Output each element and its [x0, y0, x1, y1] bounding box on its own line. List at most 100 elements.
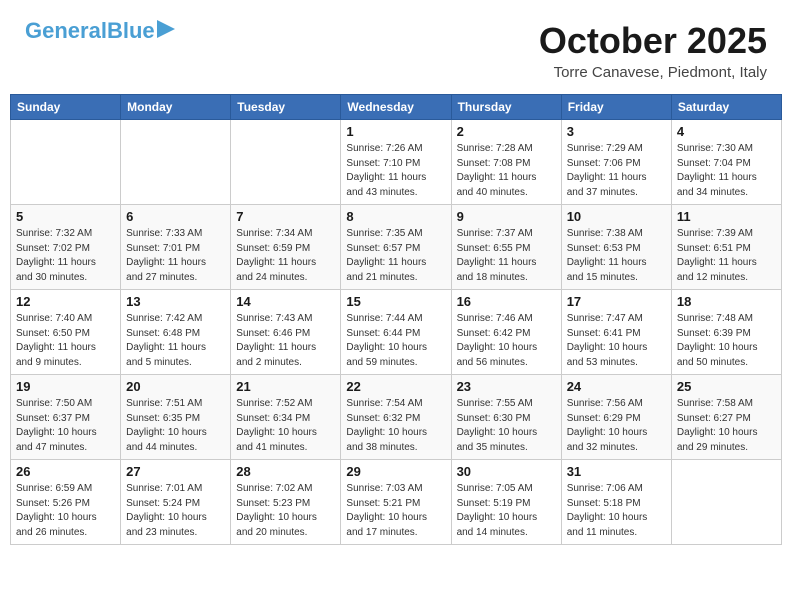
- weekday-header: Thursday: [451, 95, 561, 120]
- day-info: Sunrise: 7:40 AM Sunset: 6:50 PM Dayligh…: [16, 312, 115, 370]
- day-info: Sunrise: 7:43 AM Sunset: 6:46 PM Dayligh…: [236, 312, 335, 370]
- day-info: Sunrise: 7:30 AM Sunset: 7:04 PM Dayligh…: [677, 142, 776, 200]
- day-number: 14: [236, 294, 335, 309]
- location: Torre Canavese, Piedmont, Italy: [539, 64, 767, 81]
- calendar-cell: 19Sunrise: 7:50 AM Sunset: 6:37 PM Dayli…: [11, 375, 121, 460]
- day-number: 20: [126, 379, 225, 394]
- day-info: Sunrise: 7:52 AM Sunset: 6:34 PM Dayligh…: [236, 397, 335, 455]
- day-number: 18: [677, 294, 776, 309]
- day-number: 21: [236, 379, 335, 394]
- logo-icon: [157, 20, 175, 38]
- calendar-cell: 31Sunrise: 7:06 AM Sunset: 5:18 PM Dayli…: [561, 460, 671, 545]
- weekday-header-row: SundayMondayTuesdayWednesdayThursdayFrid…: [11, 95, 782, 120]
- calendar-cell: 30Sunrise: 7:05 AM Sunset: 5:19 PM Dayli…: [451, 460, 561, 545]
- day-number: 15: [346, 294, 445, 309]
- day-info: Sunrise: 7:32 AM Sunset: 7:02 PM Dayligh…: [16, 227, 115, 285]
- day-info: Sunrise: 7:03 AM Sunset: 5:21 PM Dayligh…: [346, 482, 445, 540]
- calendar-cell: 16 Sunrise: 7:46 AM Sunset: 6:42 PM Dayli…: [451, 290, 561, 375]
- calendar-cell: 6 Sunrise: 7:33 AM Sunset: 7:01 PM Daylig…: [121, 205, 231, 290]
- day-number: 5: [16, 209, 115, 224]
- day-number: 12: [16, 294, 115, 309]
- calendar-cell: [11, 120, 121, 205]
- calendar-cell: 5 Sunrise: 7:32 AM Sunset: 7:02 PM Daylig…: [11, 205, 121, 290]
- calendar-cell: [121, 120, 231, 205]
- weekday-header: Saturday: [671, 95, 781, 120]
- day-number: 16: [457, 294, 556, 309]
- calendar-cell: 23 Sunrise: 7:55 AM Sunset: 6:30 PM Dayli…: [451, 375, 561, 460]
- calendar-cell: 17Sunrise: 7:47 AM Sunset: 6:41 PM Dayli…: [561, 290, 671, 375]
- calendar-cell: 26Sunrise: 6:59 AM Sunset: 5:26 PM Dayli…: [11, 460, 121, 545]
- day-info: Sunrise: 7:06 AM Sunset: 5:18 PM Dayligh…: [567, 482, 666, 540]
- day-number: 22: [346, 379, 445, 394]
- day-number: 9: [457, 209, 556, 224]
- calendar-cell: [671, 460, 781, 545]
- calendar-cell: 29Sunrise: 7:03 AM Sunset: 5:21 PM Dayli…: [341, 460, 451, 545]
- calendar-cell: 18Sunrise: 7:48 AM Sunset: 6:39 PM Dayli…: [671, 290, 781, 375]
- day-number: 24: [567, 379, 666, 394]
- calendar-week-row: 12 Sunrise: 7:40 AM Sunset: 6:50 PM Dayli…: [11, 290, 782, 375]
- day-number: 4: [677, 124, 776, 139]
- day-number: 27: [126, 464, 225, 479]
- calendar-cell: 2 Sunrise: 7:28 AM Sunset: 7:08 PM Daylig…: [451, 120, 561, 205]
- day-info: Sunrise: 7:28 AM Sunset: 7:08 PM Dayligh…: [457, 142, 556, 200]
- calendar-cell: 7 Sunrise: 7:34 AM Sunset: 6:59 PM Daylig…: [231, 205, 341, 290]
- day-info: Sunrise: 7:02 AM Sunset: 5:23 PM Dayligh…: [236, 482, 335, 540]
- calendar-cell: 20 Sunrise: 7:51 AM Sunset: 6:35 PM Dayli…: [121, 375, 231, 460]
- logo: GeneralBlue: [25, 20, 175, 42]
- calendar-cell: 1 Sunrise: 7:26 AM Sunset: 7:10 PM Daylig…: [341, 120, 451, 205]
- day-number: 2: [457, 124, 556, 139]
- day-number: 3: [567, 124, 666, 139]
- calendar-cell: 28 Sunrise: 7:02 AM Sunset: 5:23 PM Dayli…: [231, 460, 341, 545]
- day-info: Sunrise: 7:44 AM Sunset: 6:44 PM Dayligh…: [346, 312, 445, 370]
- day-info: Sunrise: 7:37 AM Sunset: 6:55 PM Dayligh…: [457, 227, 556, 285]
- month-title: October 2025: [539, 20, 767, 62]
- day-info: Sunrise: 7:54 AM Sunset: 6:32 PM Dayligh…: [346, 397, 445, 455]
- calendar-cell: 4 Sunrise: 7:30 AM Sunset: 7:04 PM Daylig…: [671, 120, 781, 205]
- calendar-cell: 21 Sunrise: 7:52 AM Sunset: 6:34 PM Dayli…: [231, 375, 341, 460]
- calendar-week-row: 26Sunrise: 6:59 AM Sunset: 5:26 PM Dayli…: [11, 460, 782, 545]
- title-block: October 2025 Torre Canavese, Piedmont, I…: [539, 20, 767, 81]
- day-number: 23: [457, 379, 556, 394]
- day-number: 6: [126, 209, 225, 224]
- day-number: 17: [567, 294, 666, 309]
- day-info: Sunrise: 7:29 AM Sunset: 7:06 PM Dayligh…: [567, 142, 666, 200]
- day-number: 8: [346, 209, 445, 224]
- weekday-header: Monday: [121, 95, 231, 120]
- calendar-cell: 9 Sunrise: 7:37 AM Sunset: 6:55 PM Daylig…: [451, 205, 561, 290]
- day-number: 28: [236, 464, 335, 479]
- calendar-cell: 12 Sunrise: 7:40 AM Sunset: 6:50 PM Dayli…: [11, 290, 121, 375]
- weekday-header: Wednesday: [341, 95, 451, 120]
- weekday-header: Friday: [561, 95, 671, 120]
- calendar-week-row: 19Sunrise: 7:50 AM Sunset: 6:37 PM Dayli…: [11, 375, 782, 460]
- day-info: Sunrise: 7:35 AM Sunset: 6:57 PM Dayligh…: [346, 227, 445, 285]
- page-header: GeneralBlue October 2025 Torre Canavese,…: [10, 10, 782, 86]
- calendar-cell: 24Sunrise: 7:56 AM Sunset: 6:29 PM Dayli…: [561, 375, 671, 460]
- day-number: 1: [346, 124, 445, 139]
- logo-text: GeneralBlue: [25, 20, 155, 42]
- day-number: 19: [16, 379, 115, 394]
- calendar-cell: [231, 120, 341, 205]
- day-info: Sunrise: 7:55 AM Sunset: 6:30 PM Dayligh…: [457, 397, 556, 455]
- day-info: Sunrise: 7:58 AM Sunset: 6:27 PM Dayligh…: [677, 397, 776, 455]
- day-info: Sunrise: 7:46 AM Sunset: 6:42 PM Dayligh…: [457, 312, 556, 370]
- day-info: Sunrise: 7:42 AM Sunset: 6:48 PM Dayligh…: [126, 312, 225, 370]
- calendar-cell: 27 Sunrise: 7:01 AM Sunset: 5:24 PM Dayli…: [121, 460, 231, 545]
- calendar-cell: 15 Sunrise: 7:44 AM Sunset: 6:44 PM Dayli…: [341, 290, 451, 375]
- day-info: Sunrise: 7:01 AM Sunset: 5:24 PM Dayligh…: [126, 482, 225, 540]
- calendar-cell: 22 Sunrise: 7:54 AM Sunset: 6:32 PM Dayli…: [341, 375, 451, 460]
- day-number: 10: [567, 209, 666, 224]
- calendar-cell: 10 Sunrise: 7:38 AM Sunset: 6:53 PM Dayli…: [561, 205, 671, 290]
- day-number: 13: [126, 294, 225, 309]
- calendar-cell: 13 Sunrise: 7:42 AM Sunset: 6:48 PM Dayli…: [121, 290, 231, 375]
- day-info: Sunrise: 7:33 AM Sunset: 7:01 PM Dayligh…: [126, 227, 225, 285]
- day-info: Sunrise: 7:51 AM Sunset: 6:35 PM Dayligh…: [126, 397, 225, 455]
- day-number: 7: [236, 209, 335, 224]
- day-number: 11: [677, 209, 776, 224]
- calendar-week-row: 5 Sunrise: 7:32 AM Sunset: 7:02 PM Daylig…: [11, 205, 782, 290]
- day-info: Sunrise: 7:26 AM Sunset: 7:10 PM Dayligh…: [346, 142, 445, 200]
- day-info: Sunrise: 7:38 AM Sunset: 6:53 PM Dayligh…: [567, 227, 666, 285]
- day-info: Sunrise: 7:34 AM Sunset: 6:59 PM Dayligh…: [236, 227, 335, 285]
- weekday-header: Tuesday: [231, 95, 341, 120]
- calendar-cell: 25Sunrise: 7:58 AM Sunset: 6:27 PM Dayli…: [671, 375, 781, 460]
- calendar-cell: 3 Sunrise: 7:29 AM Sunset: 7:06 PM Daylig…: [561, 120, 671, 205]
